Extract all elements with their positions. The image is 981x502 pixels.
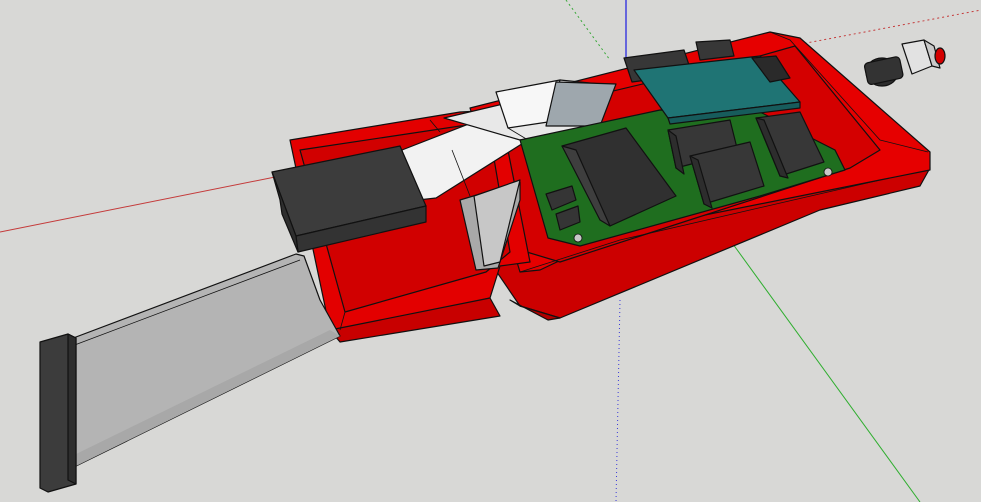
ribbon-cable[interactable]	[39, 253, 341, 493]
pcb-mounting-hole	[573, 233, 583, 243]
red-axis-line	[0, 171, 301, 233]
pcb-mounting-hole	[823, 167, 833, 177]
green-axis-dotted-line	[565, 0, 611, 61]
sketchup-viewport[interactable]	[0, 0, 981, 502]
red-axis-dotted-line	[779, 9, 981, 49]
green-axis-line	[729, 239, 921, 502]
ribbon-idc-connector[interactable]	[39, 333, 77, 493]
push-button[interactable]	[863, 39, 946, 87]
3d-model-scene	[0, 0, 981, 502]
blue-axis-dotted-line	[615, 299, 621, 502]
